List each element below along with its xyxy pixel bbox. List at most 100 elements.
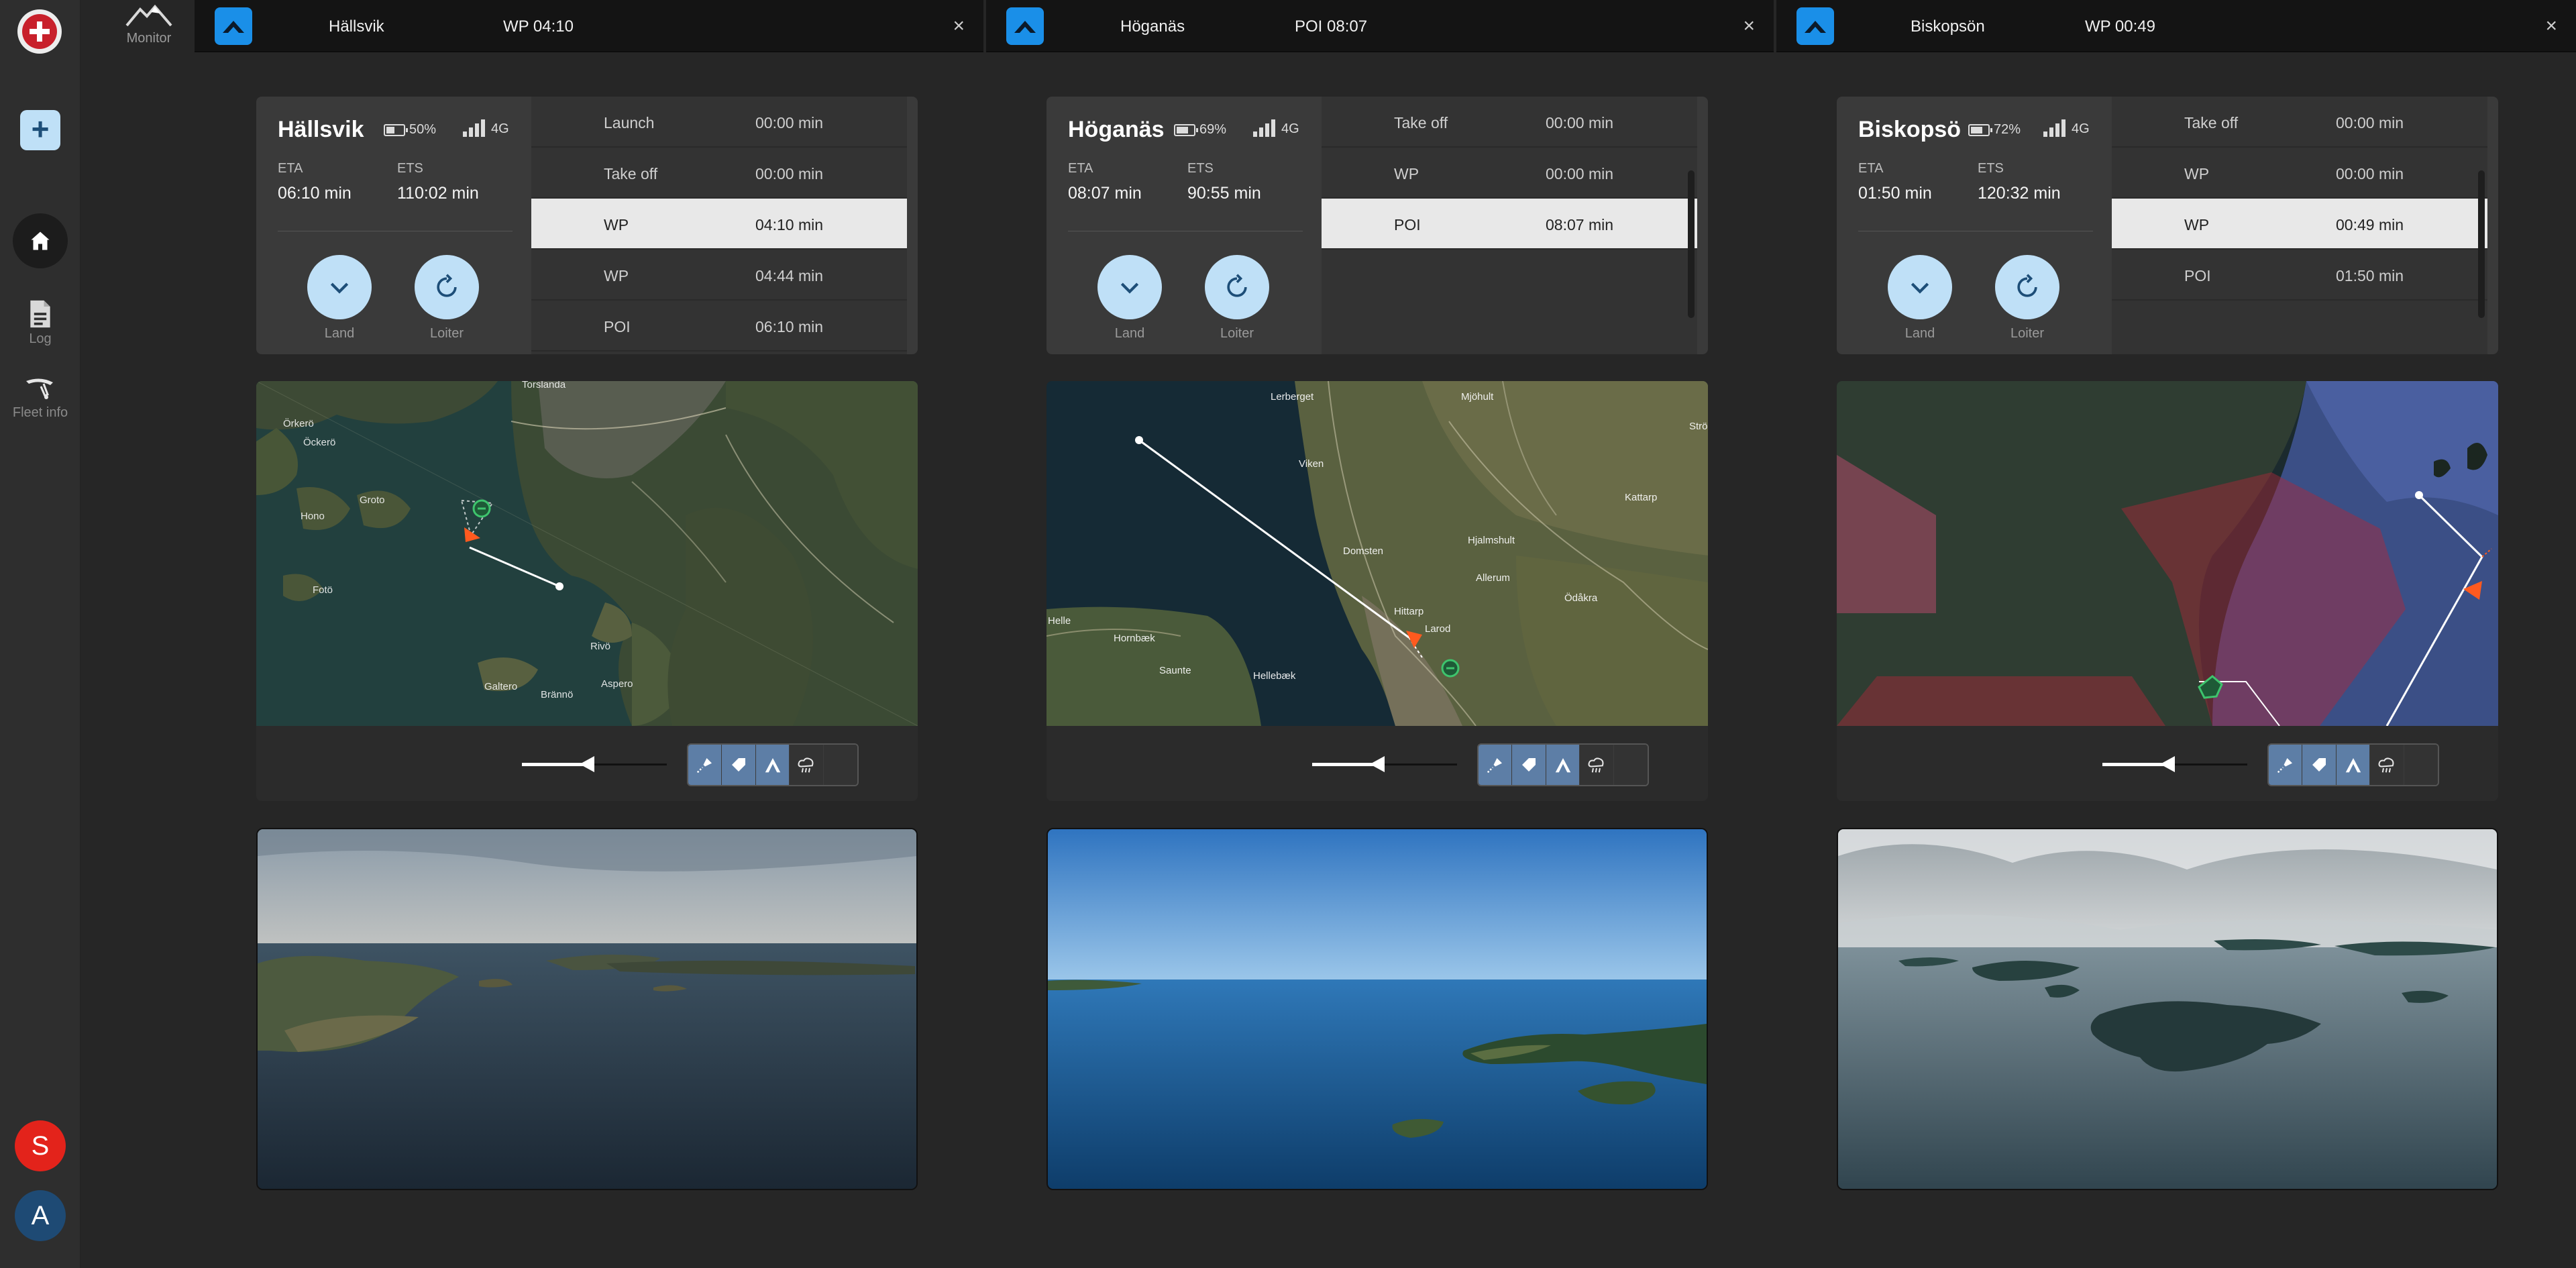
loiter-button[interactable] bbox=[1205, 255, 1269, 319]
document-icon bbox=[30, 300, 50, 328]
battery-icon bbox=[384, 123, 408, 136]
land-button[interactable] bbox=[1097, 255, 1162, 319]
svg-text:Lerberget: Lerberget bbox=[1271, 391, 1314, 403]
sidebar-item-label: Log bbox=[29, 331, 52, 346]
drone-chevron-icon bbox=[1796, 7, 1834, 45]
scrollbar[interactable] bbox=[2478, 170, 2485, 318]
sidebar: + Log Fleet info S A bbox=[0, 0, 80, 1268]
camera-feed[interactable] bbox=[1046, 828, 1708, 1190]
svg-text:Ödåkra: Ödåkra bbox=[1564, 592, 1598, 604]
zoom-slider-handle[interactable] bbox=[580, 756, 594, 772]
waypoint-pen-icon[interactable] bbox=[1479, 745, 1513, 785]
svg-text:Hornbæk: Hornbæk bbox=[1114, 633, 1155, 644]
tag-icon[interactable] bbox=[722, 745, 756, 785]
terrain-icon[interactable] bbox=[2336, 745, 2371, 785]
close-icon[interactable]: × bbox=[2545, 15, 2557, 38]
close-icon[interactable]: × bbox=[953, 15, 965, 38]
waypoint-row[interactable]: Take off 00:00 min bbox=[531, 148, 907, 199]
scrollbar[interactable] bbox=[1688, 170, 1695, 318]
waypoint-row[interactable]: Take off 00:00 min bbox=[2112, 97, 2487, 148]
map-controls bbox=[256, 726, 918, 801]
zoom-slider-handle[interactable] bbox=[1370, 756, 1385, 772]
ets-value: 110:02 min bbox=[397, 184, 479, 203]
avatar[interactable]: A bbox=[15, 1190, 66, 1241]
land-button[interactable] bbox=[307, 255, 372, 319]
sidebar-item-label: Fleet info bbox=[12, 405, 68, 420]
waypoint-row[interactable]: WP 00:00 min bbox=[1322, 148, 1697, 199]
waypoint-pen-icon[interactable] bbox=[688, 745, 722, 785]
drone-panel-hallsvik: Hällsvik 50% 4G ETA 06:10 min ETS 110:02… bbox=[256, 0, 918, 1268]
weather-rain-icon[interactable] bbox=[1580, 745, 1614, 785]
satellite-map[interactable]: Lerberget Mjöhult Viken Strö Kattarp Hja… bbox=[1046, 381, 1708, 726]
svg-text:Saunte: Saunte bbox=[1159, 665, 1191, 676]
waypoint-row-active[interactable]: WP 04:10 min bbox=[531, 199, 907, 250]
loiter-button[interactable] bbox=[1995, 255, 2059, 319]
red-cross-logo-icon[interactable] bbox=[17, 9, 62, 54]
waypoint-row[interactable]: POI 06:10 min bbox=[531, 301, 907, 352]
battery-percent: 50% bbox=[409, 122, 437, 137]
eta-label: ETA bbox=[278, 161, 303, 176]
terrain-icon[interactable] bbox=[755, 745, 790, 785]
map-toolbar bbox=[687, 743, 859, 786]
svg-text:Öckerö: Öckerö bbox=[303, 436, 335, 448]
svg-text:Hittarp: Hittarp bbox=[1394, 606, 1424, 617]
map-controls bbox=[1837, 726, 2498, 801]
svg-text:Hellebæk: Hellebæk bbox=[1253, 670, 1296, 682]
map-toolbar bbox=[2267, 743, 2439, 786]
svg-text:Viken: Viken bbox=[1299, 458, 1324, 470]
tag-icon[interactable] bbox=[2302, 745, 2337, 785]
waypoint-row[interactable]: Launch 00:00 min bbox=[531, 97, 907, 148]
terrain-icon[interactable] bbox=[1546, 745, 1580, 785]
weather-rain-icon[interactable] bbox=[2370, 745, 2404, 785]
waypoint-row[interactable]: POI 01:50 min bbox=[2112, 250, 2487, 301]
sidebar-item-home[interactable] bbox=[13, 213, 68, 268]
empty-tool-slot bbox=[823, 745, 857, 785]
battery-indicator: 72% bbox=[1968, 122, 2021, 138]
loiter-button[interactable] bbox=[415, 255, 479, 319]
waypoint-list: Take off 00:00 min WP 00:00 min POI 08:07 m… bbox=[1322, 97, 1697, 354]
land-button[interactable] bbox=[1888, 255, 1952, 319]
satellite-map[interactable]: Torslanda Örkerö Öckerö Groto Hono Fotö … bbox=[256, 381, 918, 726]
weather-rain-icon[interactable] bbox=[790, 745, 824, 785]
satellite-map[interactable] bbox=[1837, 381, 2498, 726]
waypoint-row[interactable]: WP 04:44 min bbox=[531, 250, 907, 301]
camera-feed[interactable] bbox=[256, 828, 918, 1190]
loiter-circle-icon bbox=[1227, 274, 1247, 297]
waypoint-row-active[interactable]: WP 00:49 min bbox=[2112, 199, 2487, 250]
waypoint-row[interactable]: Take off 00:00 min bbox=[1322, 97, 1697, 148]
battery-icon bbox=[1174, 123, 1198, 136]
sidebar-item-fleet-info[interactable]: Fleet info bbox=[0, 376, 80, 421]
loiter-label: Loiter bbox=[429, 326, 464, 341]
avatar[interactable]: S bbox=[15, 1120, 66, 1171]
map-card: Torslanda Örkerö Öckerö Groto Hono Fotö … bbox=[256, 381, 918, 801]
network-type: 4G bbox=[1281, 121, 1299, 136]
svg-text:Örkerö: Örkerö bbox=[283, 417, 314, 429]
svg-text:Hono: Hono bbox=[301, 511, 325, 522]
close-icon[interactable]: × bbox=[1743, 15, 1755, 38]
network-type: 4G bbox=[491, 121, 509, 136]
mountain-icon bbox=[125, 4, 172, 27]
svg-text:Mjöhult: Mjöhult bbox=[1461, 391, 1494, 403]
svg-text:Groto: Groto bbox=[360, 494, 385, 506]
drone-icon bbox=[26, 378, 53, 399]
svg-text:Galtero: Galtero bbox=[484, 681, 517, 692]
map-controls bbox=[1046, 726, 1708, 801]
svg-text:Helle: Helle bbox=[1048, 615, 1071, 627]
sidebar-item-log[interactable]: Log bbox=[0, 299, 80, 347]
camera-feed[interactable] bbox=[1837, 828, 2498, 1190]
add-drone-button[interactable]: + bbox=[20, 110, 60, 150]
svg-text:Rivö: Rivö bbox=[590, 641, 610, 652]
battery-indicator: 50% bbox=[384, 122, 436, 138]
waypoint-row-active[interactable]: POI 08:07 min bbox=[1322, 199, 1697, 250]
drone-chevron-icon bbox=[215, 7, 252, 45]
eta-label: ETA bbox=[1858, 161, 1884, 176]
home-icon bbox=[31, 231, 50, 250]
tag-icon[interactable] bbox=[1512, 745, 1546, 785]
waypoint-row[interactable]: WP 00:00 min bbox=[2112, 148, 2487, 199]
ets-label: ETS bbox=[1978, 161, 2004, 176]
drone-info-card: Höganäs 69% 4G ETA 08:07 min ETS 90:55 m… bbox=[1046, 97, 1708, 354]
monitor-tab[interactable]: Monitor bbox=[109, 4, 189, 46]
drone-info-card: Biskopsö 72% 4G ETA 01:50 min ETS 120:32… bbox=[1837, 97, 2498, 354]
waypoint-pen-icon[interactable] bbox=[2269, 745, 2303, 785]
zoom-slider-handle[interactable] bbox=[2160, 756, 2175, 772]
